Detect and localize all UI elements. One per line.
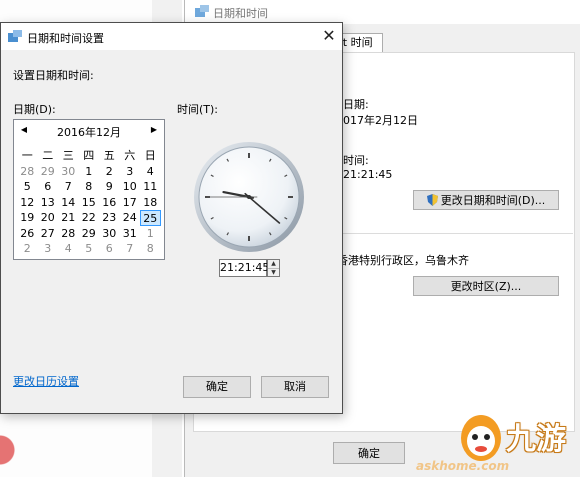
calendar-day[interactable]: 16 (99, 195, 120, 211)
calendar-day[interactable]: 8 (140, 241, 161, 257)
weekday-label: 日 (144, 149, 156, 162)
calendar-day[interactable]: 30 (58, 164, 79, 180)
jiuyou-mascot-logo (461, 415, 501, 461)
calendar-day[interactable]: 13 (38, 195, 59, 211)
calendar-day[interactable]: 9 (99, 179, 120, 195)
date-label: 日期: (343, 98, 369, 111)
date-time-settings-dialog: 日期和时间设置 ✕ 设置日期和时间: 日期(D): 时间(T): ◀ 2016年… (0, 22, 343, 414)
calendar-day[interactable]: 15 (79, 195, 100, 211)
date-value: 017年2月12日 (343, 114, 418, 127)
next-month-icon[interactable]: ▶ (147, 123, 161, 137)
calendar-day[interactable]: 30 (99, 226, 120, 242)
calendar-week-row: 12 13 14 15 16 17 18 (17, 195, 161, 211)
calendar-day[interactable]: 29 (38, 164, 59, 180)
clock-center (247, 195, 251, 199)
calendar-day[interactable]: 23 (99, 210, 120, 226)
calendar-day[interactable]: 28 (58, 226, 79, 242)
calendar-day[interactable]: 29 (79, 226, 100, 242)
calendar-day[interactable]: 20 (38, 210, 59, 226)
calendar-day[interactable]: 18 (140, 195, 161, 211)
calendar-day[interactable]: 22 (79, 210, 100, 226)
calendar-day[interactable]: 28 (17, 164, 38, 180)
time-label: 时间: (343, 154, 369, 167)
analog-clock (194, 142, 304, 252)
calendar-month-label[interactable]: 2016年12月 (14, 124, 164, 140)
calendar-day[interactable]: 27 (38, 226, 59, 242)
calendar-day[interactable]: 31 (120, 226, 141, 242)
change-timezone-button[interactable]: 更改时区(Z)... (413, 276, 559, 296)
timezone-value: 香港特别行政区，乌鲁木齐 (337, 254, 469, 267)
date-field-label: 日期(D): (13, 103, 56, 116)
change-date-time-button[interactable]: 更改日期和时间(D)... (413, 190, 559, 210)
calendar-day[interactable]: 5 (79, 241, 100, 257)
calendar: ◀ 2016年12月 ▶ 一二三四五六日 28 29 30 1 2 3 4 5 6 7 8 9 10 11 1… (13, 119, 165, 260)
section-divider (333, 233, 573, 234)
calendar-day[interactable]: 3 (120, 164, 141, 180)
weekday-label: 五 (103, 149, 115, 162)
weekday-label: 一 (21, 149, 33, 162)
calendar-day[interactable]: 12 (17, 195, 38, 211)
time-spinner[interactable]: ▲ ▼ (267, 259, 280, 277)
dialog-titlebar: 日期和时间设置 ✕ (1, 23, 342, 50)
calendar-day[interactable]: 7 (58, 179, 79, 195)
calendar-day[interactable]: 1 (140, 226, 161, 242)
calendar-day[interactable]: 2 (17, 241, 38, 257)
ok-button-background[interactable]: 确定 (333, 442, 405, 464)
change-date-time-label: 更改日期和时间(D)... (440, 194, 546, 207)
calendar-week-row: 5 6 7 8 9 10 11 (17, 179, 161, 195)
calendar-day[interactable]: 17 (120, 195, 141, 211)
calendar-day[interactable]: 7 (120, 241, 141, 257)
date-time-window-titlebar: 日期和时间 (185, 0, 580, 24)
weekday-label: 三 (62, 149, 74, 162)
calendar-week-row: 19 20 21 22 23 24 25 (17, 210, 161, 226)
dialog-heading: 设置日期和时间: (13, 69, 94, 82)
cancel-button[interactable]: 取消 (261, 376, 329, 398)
calendar-week-row: 2345678 (17, 241, 161, 257)
calendar-grid: 一二三四五六日 28 29 30 1 2 3 4 5 6 7 8 9 10 11 12 13 14 15 16 17 18… (17, 148, 161, 257)
shield-icon (426, 194, 438, 206)
calendar-day[interactable]: 26 (17, 226, 38, 242)
change-calendar-settings-link[interactable]: 更改日历设置 (13, 373, 79, 389)
time-input[interactable]: 21:21:45 (219, 259, 269, 277)
calendar-day[interactable]: 5 (17, 179, 38, 195)
calendar-day[interactable]: 3 (38, 241, 59, 257)
dialog-title: 日期和时间设置 (27, 32, 104, 45)
calendar-day[interactable]: 10 (120, 179, 141, 195)
calendar-day[interactable]: 2 (99, 164, 120, 180)
watermark-brand: 九游 (506, 422, 566, 457)
calendar-day[interactable]: 1 (79, 164, 100, 180)
spin-up-icon[interactable]: ▲ (268, 260, 279, 269)
date-time-window-title: 日期和时间 (213, 7, 268, 20)
calendar-day[interactable]: 14 (58, 195, 79, 211)
weekday-label: 六 (124, 149, 136, 162)
time-field-label: 时间(T): (177, 103, 219, 116)
close-icon[interactable]: ✕ (319, 26, 339, 46)
background-decoration (0, 420, 22, 477)
calendar-week-row: 28 29 30 1 2 3 4 (17, 164, 161, 180)
calendar-weekday-header: 一二三四五六日 (17, 148, 161, 164)
ok-button[interactable]: 确定 (183, 376, 251, 398)
date-time-app-icon (195, 5, 209, 17)
calendar-day-selected[interactable]: 25 (140, 210, 161, 226)
calendar-day[interactable]: 6 (99, 241, 120, 257)
date-time-app-icon (8, 30, 22, 42)
weekday-label: 四 (83, 149, 95, 162)
calendar-day[interactable]: 4 (58, 241, 79, 257)
calendar-day[interactable]: 21 (58, 210, 79, 226)
calendar-day[interactable]: 24 (120, 210, 141, 226)
calendar-day[interactable]: 6 (38, 179, 59, 195)
time-value: 21:21:45 (343, 168, 393, 181)
calendar-week-row: 26 27 28 29 30 31 1 (17, 226, 161, 242)
calendar-day[interactable]: 8 (79, 179, 100, 195)
calendar-day[interactable]: 19 (17, 210, 38, 226)
watermark-url: askhome.com (416, 459, 510, 473)
weekday-label: 二 (42, 149, 54, 162)
calendar-day[interactable]: 11 (140, 179, 161, 195)
calendar-day[interactable]: 4 (140, 164, 161, 180)
spin-down-icon[interactable]: ▼ (268, 269, 279, 277)
